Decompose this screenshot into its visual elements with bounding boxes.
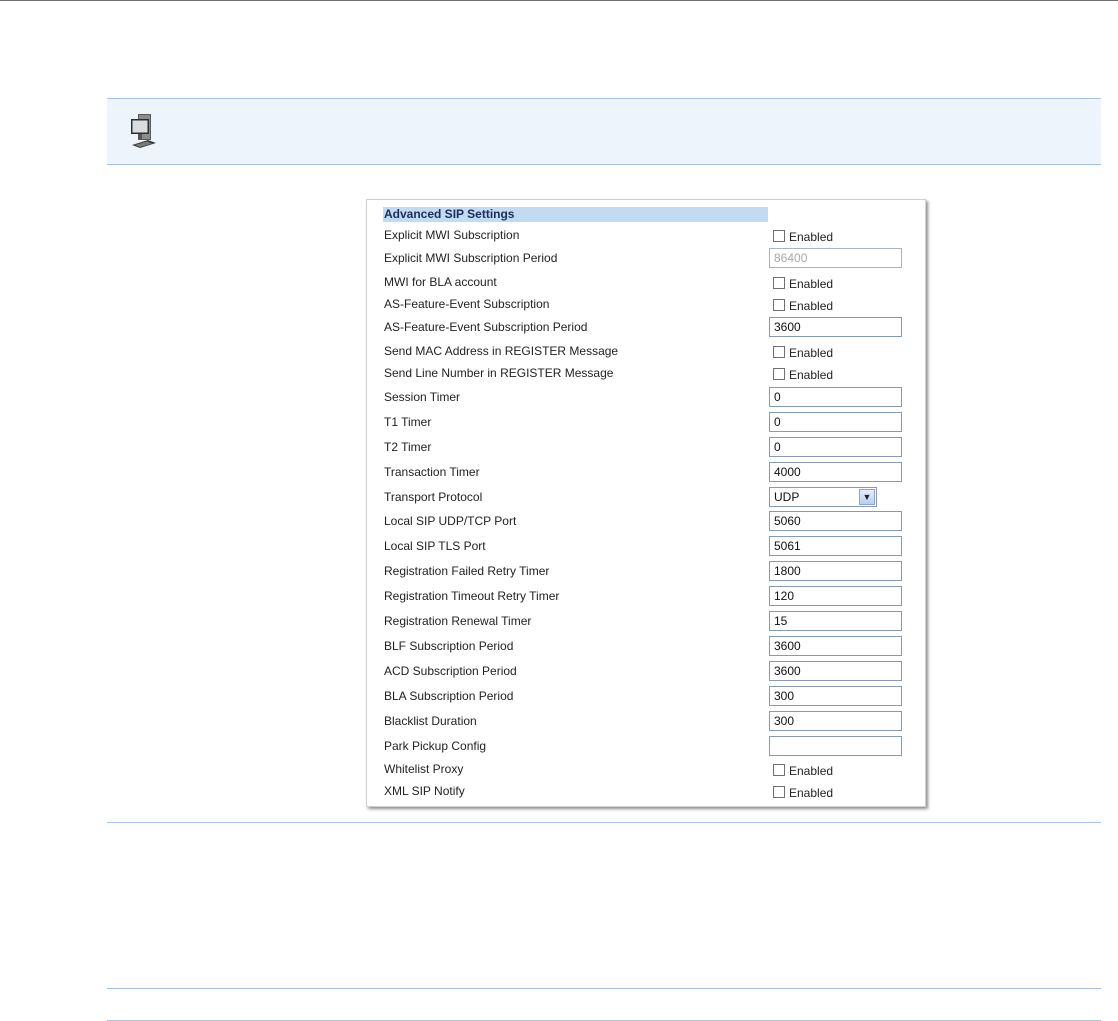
setting-label: Whitelist Proxy — [384, 762, 464, 776]
section-divider — [107, 822, 1101, 823]
top-divider — [0, 0, 1118, 1]
setting-label: MWI for BLA account — [384, 275, 497, 289]
setting-text-field[interactable]: 5061 — [769, 536, 902, 556]
transport-protocol-select[interactable]: UDP ▼ — [769, 487, 877, 507]
enabled-checkbox[interactable] — [773, 764, 785, 776]
enabled-checkbox-label[interactable]: Enabled — [789, 230, 833, 244]
setting-label: BLF Subscription Period — [384, 639, 514, 653]
setting-label: Explicit MWI Subscription Period — [384, 251, 558, 265]
setting-text-field[interactable] — [769, 736, 902, 756]
setting-label: XML SIP Notify — [384, 784, 465, 798]
setting-label: Registration Failed Retry Timer — [384, 564, 550, 578]
setting-text-field[interactable]: 4000 — [769, 462, 902, 482]
enabled-checkbox[interactable] — [773, 230, 785, 242]
enabled-checkbox-label[interactable]: Enabled — [789, 786, 833, 800]
setting-text-field[interactable]: 300 — [769, 686, 902, 706]
setting-label: T2 Timer — [384, 440, 432, 454]
setting-text-field: 86400 — [769, 248, 902, 268]
setting-text-field[interactable]: 3600 — [769, 317, 902, 337]
enabled-checkbox[interactable] — [773, 299, 785, 311]
setting-text-field[interactable]: 3600 — [769, 661, 902, 681]
setting-label: Send Line Number in REGISTER Message — [384, 366, 614, 380]
enabled-checkbox[interactable] — [773, 786, 785, 798]
setting-text-field[interactable]: 300 — [769, 711, 902, 731]
setting-text-field[interactable]: 5060 — [769, 511, 902, 531]
note-banner — [107, 98, 1101, 165]
setting-label: Transaction Timer — [384, 465, 480, 479]
setting-label: Local SIP TLS Port — [384, 539, 486, 553]
setting-label: Registration Renewal Timer — [384, 614, 532, 628]
setting-label: Registration Timeout Retry Timer — [384, 589, 560, 603]
enabled-checkbox-label[interactable]: Enabled — [789, 277, 833, 291]
setting-label: Session Timer — [384, 390, 461, 404]
enabled-checkbox[interactable] — [773, 277, 785, 289]
setting-text-field[interactable]: 0 — [769, 437, 902, 457]
enabled-checkbox-label[interactable]: Enabled — [789, 299, 833, 313]
enabled-checkbox[interactable] — [773, 346, 785, 358]
advanced-sip-settings-panel: Advanced SIP Settings Explicit MWI Subsc… — [366, 199, 926, 807]
setting-label: ACD Subscription Period — [384, 664, 517, 678]
setting-text-field[interactable]: 15 — [769, 611, 902, 631]
enabled-checkbox-label[interactable]: Enabled — [789, 346, 833, 360]
select-value: UDP — [774, 490, 800, 504]
section-divider — [107, 988, 1101, 989]
enabled-checkbox[interactable] — [773, 368, 785, 380]
setting-label: Transport Protocol — [384, 490, 483, 504]
setting-text-field[interactable]: 3600 — [769, 636, 902, 656]
chevron-down-icon[interactable]: ▼ — [859, 489, 875, 505]
setting-label: Park Pickup Config — [384, 739, 487, 753]
setting-label: AS-Feature-Event Subscription — [384, 297, 550, 311]
setting-label: AS-Feature-Event Subscription Period — [384, 320, 588, 334]
setting-label: BLA Subscription Period — [384, 689, 514, 703]
setting-text-field[interactable]: 120 — [769, 586, 902, 606]
enabled-checkbox-label[interactable]: Enabled — [789, 764, 833, 778]
setting-text-field[interactable]: 0 — [769, 412, 902, 432]
setting-text-field[interactable]: 0 — [769, 387, 902, 407]
panel-title: Advanced SIP Settings — [383, 207, 768, 222]
setting-label: Local SIP UDP/TCP Port — [384, 514, 517, 528]
computer-icon — [129, 113, 159, 151]
setting-label: Explicit MWI Subscription — [384, 228, 520, 242]
setting-label: Blacklist Duration — [384, 714, 477, 728]
enabled-checkbox-label[interactable]: Enabled — [789, 368, 833, 382]
setting-label: T1 Timer — [384, 415, 432, 429]
setting-text-field[interactable]: 1800 — [769, 561, 902, 581]
setting-label: Send MAC Address in REGISTER Message — [384, 344, 619, 358]
